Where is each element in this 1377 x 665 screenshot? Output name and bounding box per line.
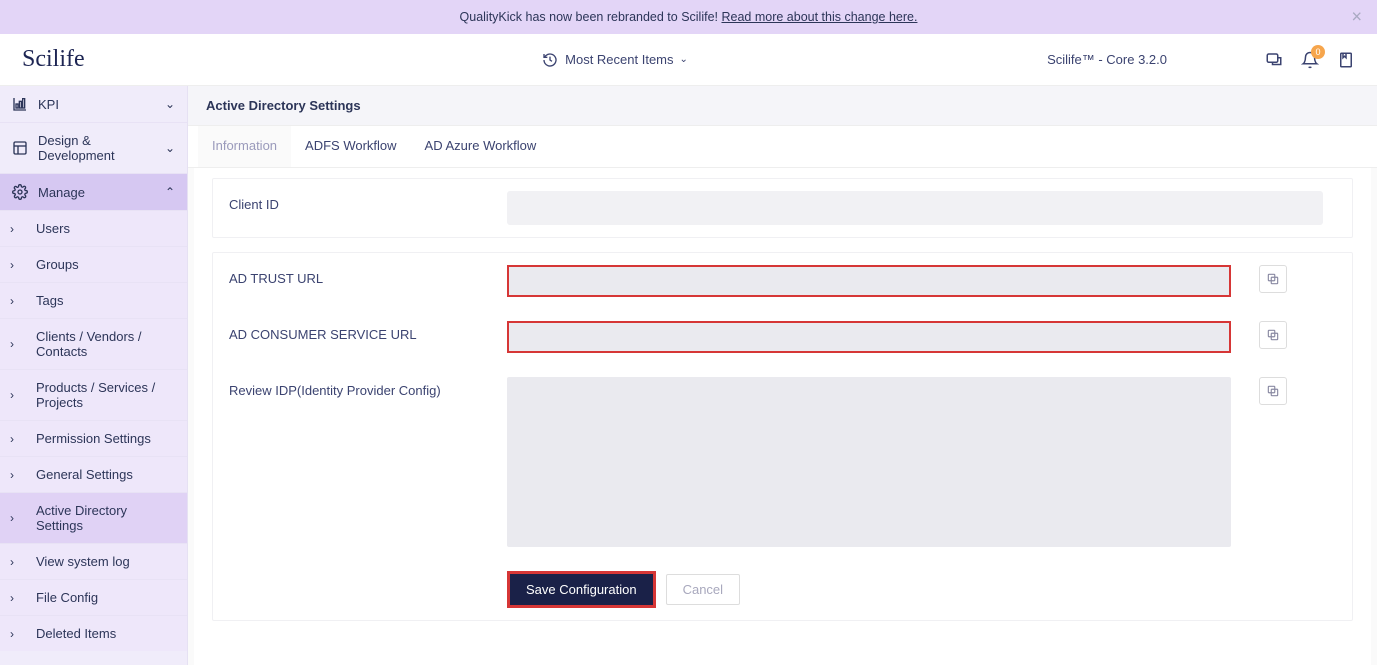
sidebar-label: View system log [36, 554, 130, 569]
page-title: Active Directory Settings [188, 86, 1377, 126]
tab-azure[interactable]: AD Azure Workflow [411, 126, 551, 167]
label-client-id: Client ID [229, 191, 507, 212]
tab-information[interactable]: Information [198, 126, 291, 167]
chevron-right-icon: › [10, 468, 14, 482]
row-client-id: Client ID [213, 179, 1352, 237]
chevron-right-icon: › [10, 294, 14, 308]
chart-icon [12, 96, 28, 112]
bell-icon[interactable]: 0 [1301, 51, 1319, 69]
recent-items-dropdown[interactable]: Most Recent Items ⌄ [541, 51, 688, 69]
client-id-input[interactable] [507, 191, 1323, 225]
chevron-down-icon: ⌄ [165, 97, 175, 111]
bookmark-icon[interactable] [1337, 51, 1355, 69]
save-button[interactable]: Save Configuration [507, 571, 656, 608]
gear-icon [12, 184, 28, 200]
cancel-button[interactable]: Cancel [666, 574, 740, 605]
version-label: Scilife™ - Core 3.2.0 [1047, 52, 1167, 67]
sidebar-item-clients[interactable]: › Clients / Vendors / Contacts [0, 319, 187, 370]
sidebar-label: General Settings [36, 467, 133, 482]
sidebar-label: Tags [36, 293, 63, 308]
sidebar-item-active-directory[interactable]: › Active Directory Settings [0, 493, 187, 544]
sidebar: KPI ⌄ Design & Development ⌄ Manage ⌃ [0, 86, 188, 665]
chevron-right-icon: › [10, 388, 14, 402]
copy-review-idp-button[interactable] [1259, 377, 1287, 405]
ad-trust-input[interactable] [507, 265, 1231, 297]
app-header: Scilife Most Recent Items ⌄ Scilife™ - C… [0, 34, 1377, 86]
sidebar-label: Permission Settings [36, 431, 151, 446]
review-idp-textarea[interactable] [507, 377, 1231, 547]
copy-icon [1266, 272, 1280, 286]
chevron-right-icon: › [10, 591, 14, 605]
label-ad-trust: AD TRUST URL [229, 265, 507, 286]
row-ad-consumer: AD CONSUMER SERVICE URL [213, 309, 1352, 365]
label-ad-consumer: AD CONSUMER SERVICE URL [229, 321, 507, 342]
sidebar-item-system-log[interactable]: › View system log [0, 544, 187, 580]
sidebar-label: Users [36, 221, 70, 236]
banner-link[interactable]: Read more about this change here. [721, 10, 917, 24]
sidebar-item-kpi[interactable]: KPI ⌄ [0, 86, 187, 123]
notification-badge: 0 [1311, 45, 1325, 59]
close-icon[interactable]: × [1351, 7, 1362, 28]
sidebar-item-file-config[interactable]: › File Config [0, 580, 187, 616]
action-row: Save Configuration Cancel [213, 559, 1352, 620]
rebrand-banner: QualityKick has now been rebranded to Sc… [0, 0, 1377, 34]
copy-ad-trust-button[interactable] [1259, 265, 1287, 293]
sidebar-label: File Config [36, 590, 98, 605]
sidebar-item-tags[interactable]: › Tags [0, 283, 187, 319]
sidebar-item-manage[interactable]: Manage ⌃ [0, 174, 187, 211]
sidebar-label: Clients / Vendors / Contacts [36, 329, 175, 359]
sidebar-label: Deleted Items [36, 626, 116, 641]
chevron-down-icon: ⌄ [165, 141, 175, 155]
chevron-up-icon: ⌃ [165, 185, 175, 199]
sidebar-item-design-dev[interactable]: Design & Development ⌄ [0, 123, 187, 174]
sidebar-label: Manage [38, 185, 85, 200]
ad-consumer-input[interactable] [507, 321, 1231, 353]
chevron-right-icon: › [10, 627, 14, 641]
chevron-right-icon: › [10, 337, 14, 351]
chevron-right-icon: › [10, 511, 14, 525]
copy-icon [1266, 328, 1280, 342]
chevron-right-icon: › [10, 432, 14, 446]
history-icon [541, 51, 559, 69]
sidebar-item-permission[interactable]: › Permission Settings [0, 421, 187, 457]
label-review-idp: Review IDP(Identity Provider Config) [229, 377, 507, 398]
sidebar-item-deleted[interactable]: › Deleted Items [0, 616, 187, 651]
sidebar-label: Products / Services / Projects [36, 380, 175, 410]
chevron-down-icon: ⌄ [680, 54, 688, 65]
sidebar-label: Active Directory Settings [36, 503, 175, 533]
sidebar-item-groups[interactable]: › Groups [0, 247, 187, 283]
sidebar-item-general[interactable]: › General Settings [0, 457, 187, 493]
chat-icon[interactable] [1265, 51, 1283, 69]
tab-adfs[interactable]: ADFS Workflow [291, 126, 411, 167]
copy-icon [1266, 384, 1280, 398]
main-content: Active Directory Settings Information AD… [188, 86, 1377, 665]
sidebar-label: Groups [36, 257, 79, 272]
chevron-right-icon: › [10, 555, 14, 569]
logo[interactable]: Scilife [22, 46, 182, 73]
row-ad-trust: AD TRUST URL [213, 253, 1352, 309]
chevron-right-icon: › [10, 222, 14, 236]
layout-icon [12, 140, 28, 156]
sidebar-item-users[interactable]: › Users [0, 211, 187, 247]
row-review-idp: Review IDP(Identity Provider Config) [213, 365, 1352, 559]
chevron-right-icon: › [10, 258, 14, 272]
sidebar-label: Design & Development [38, 133, 165, 163]
banner-text: QualityKick has now been rebranded to Sc… [460, 10, 722, 24]
sidebar-item-products[interactable]: › Products / Services / Projects [0, 370, 187, 421]
recent-items-label: Most Recent Items [565, 52, 673, 67]
copy-ad-consumer-button[interactable] [1259, 321, 1287, 349]
tabs: Information ADFS Workflow AD Azure Workf… [188, 126, 1377, 168]
sidebar-label: KPI [38, 97, 59, 112]
